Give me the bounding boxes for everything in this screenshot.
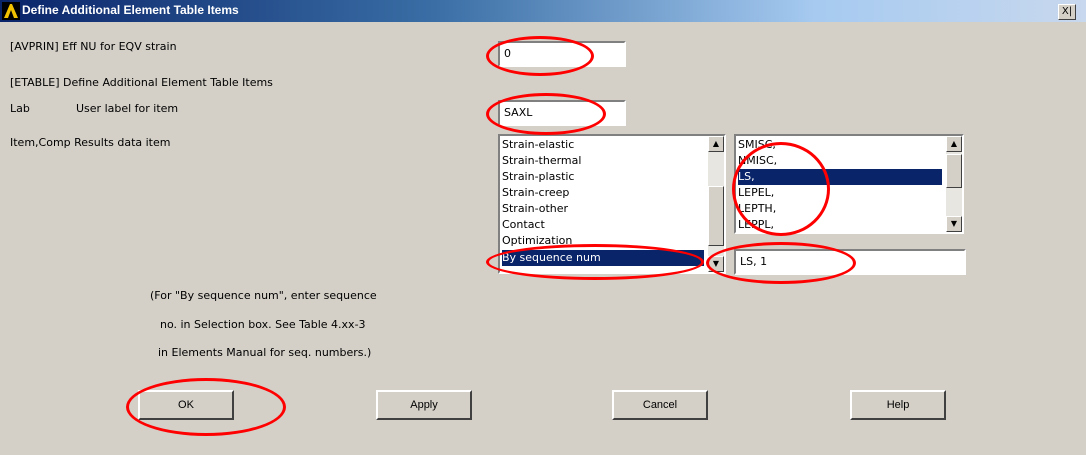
- list-item[interactable]: Optimization: [502, 233, 572, 249]
- note-line-1: (For "By sequence num", enter sequence: [150, 289, 377, 302]
- lab-description: User label for item: [76, 102, 179, 115]
- list-item[interactable]: NMISC,: [738, 153, 777, 169]
- cancel-button[interactable]: Cancel: [612, 390, 708, 420]
- ansys-logo-icon: [2, 2, 20, 20]
- close-button[interactable]: X|: [1058, 4, 1076, 20]
- list-item[interactable]: Strain-other: [502, 201, 568, 217]
- help-button[interactable]: Help: [850, 390, 946, 420]
- scroll-thumb[interactable]: [946, 154, 962, 188]
- avprin-input[interactable]: 0: [498, 41, 626, 67]
- list-item[interactable]: Contact: [502, 217, 545, 233]
- item-scrollbar[interactable]: ▲ ▼: [708, 136, 724, 272]
- list-item[interactable]: Strain-plastic: [502, 169, 574, 185]
- etable-label: [ETABLE] Define Additional Element Table…: [10, 76, 273, 89]
- note-line-2: no. in Selection box. See Table 4.xx-3: [160, 318, 366, 331]
- window-title: Define Additional Element Table Items: [22, 3, 239, 17]
- scroll-up-icon[interactable]: ▲: [946, 136, 962, 152]
- list-item[interactable]: LEPTH,: [738, 201, 776, 217]
- comp-listbox[interactable]: SMISC, NMISC, LS, LEPEL, LEPTH, LEPPL, ▲…: [734, 134, 964, 234]
- scroll-down-icon[interactable]: ▼: [708, 256, 724, 272]
- ok-button[interactable]: OK: [138, 390, 234, 420]
- lab-input[interactable]: SAXL: [498, 100, 626, 126]
- list-item[interactable]: Strain-elastic: [502, 137, 574, 153]
- scroll-thumb[interactable]: [708, 186, 724, 246]
- item-listbox[interactable]: Strain-elastic Strain-thermal Strain-pla…: [498, 134, 726, 274]
- list-item[interactable]: Strain-creep: [502, 185, 569, 201]
- title-bar[interactable]: Define Additional Element Table Items X|: [0, 0, 1086, 22]
- list-item[interactable]: LEPPL,: [738, 217, 774, 232]
- selection-input[interactable]: LS, 1: [734, 249, 966, 275]
- list-item[interactable]: SMISC,: [738, 137, 776, 153]
- note-line-3: in Elements Manual for seq. numbers.): [158, 346, 372, 359]
- item-comp-label: Item,Comp Results data item: [10, 136, 171, 149]
- apply-button[interactable]: Apply: [376, 390, 472, 420]
- list-item-selected[interactable]: By sequence num: [502, 250, 704, 266]
- comp-scrollbar[interactable]: ▲ ▼: [946, 136, 962, 232]
- list-item[interactable]: Strain-thermal: [502, 153, 581, 169]
- define-etable-dialog: Define Additional Element Table Items X|…: [0, 0, 1086, 455]
- avprin-label: [AVPRIN] Eff NU for EQV strain: [10, 40, 177, 53]
- list-item[interactable]: LEPEL,: [738, 185, 774, 201]
- scroll-down-icon[interactable]: ▼: [946, 216, 962, 232]
- scroll-up-icon[interactable]: ▲: [708, 136, 724, 152]
- list-item-selected[interactable]: LS,: [738, 169, 942, 185]
- lab-label: Lab: [10, 102, 30, 115]
